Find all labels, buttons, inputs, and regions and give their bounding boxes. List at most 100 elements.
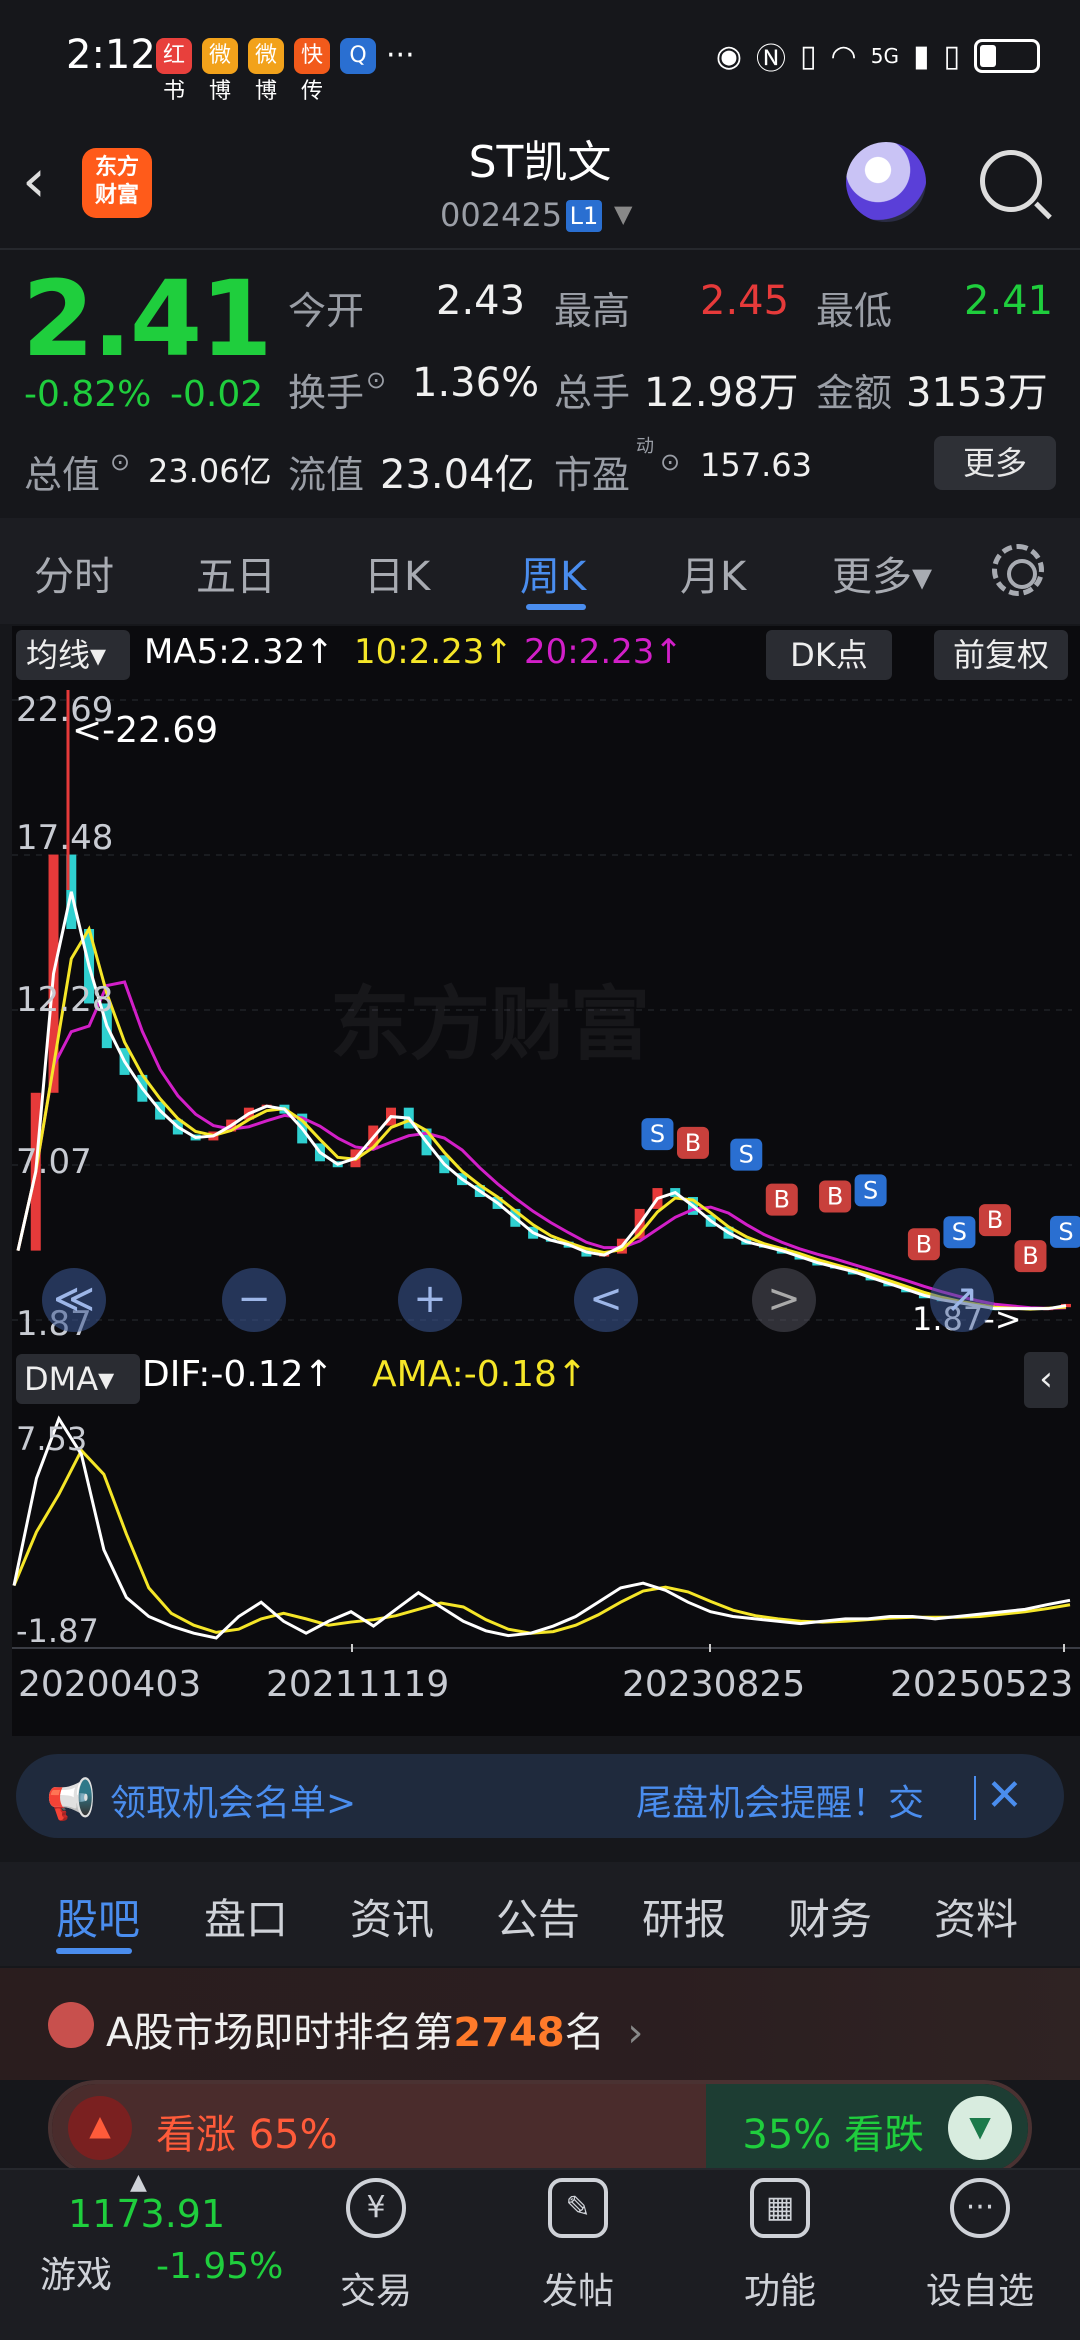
tab-intraday[interactable]: 分时 (34, 544, 114, 602)
app-notification-icon: Q (340, 38, 376, 74)
promo-right-text[interactable]: 尾盘机会提醒！交 (636, 1774, 924, 1826)
network-type: 5G (870, 44, 899, 68)
tab-profile[interactable]: 资料 (934, 1886, 1018, 1947)
high-value: 2.45 (700, 278, 790, 324)
collapse-panel-button[interactable]: ‹ (1024, 1352, 1068, 1408)
post-icon[interactable]: ✎ (548, 2178, 608, 2238)
index-name[interactable]: 游戏 (40, 2246, 112, 2298)
tab-orderbook[interactable]: 盘口 (204, 1886, 288, 1947)
weibo-icon: 微博 (202, 38, 238, 104)
nav-add-watchlist[interactable]: 设自选 (920, 2262, 1040, 2314)
index-change[interactable]: -1.95% (156, 2246, 283, 2287)
dma-indicator-select[interactable]: DMA▾ (16, 1354, 140, 1404)
tab-five-day[interactable]: 五日 (196, 544, 276, 602)
watchlist-icon[interactable]: ··· (950, 2178, 1010, 2238)
info-icon[interactable]: ⊙ (110, 448, 130, 476)
more-notifications-icon: ··· (386, 38, 415, 73)
amount-value: 3153万 (906, 370, 1048, 416)
status-app-icons: 红书 微博 微博 快传 Q ··· (156, 38, 415, 104)
functions-icon[interactable]: ▦ (750, 2178, 810, 2238)
marker-label: S (863, 1176, 878, 1204)
scroll-right-button[interactable]: > (752, 1268, 816, 1332)
vibrate-icon: ▯ (800, 38, 817, 74)
search-icon[interactable] (980, 150, 1042, 212)
active-tab-indicator (56, 1948, 132, 1954)
transfer-app-icon: 快传 (294, 38, 330, 104)
ranking-icon (48, 2002, 94, 2048)
marker-label: B (987, 1206, 1003, 1234)
tab-monthly-k[interactable]: 月K (680, 544, 746, 602)
change-percent: -0.82% (24, 374, 152, 415)
marker-label: B (827, 1182, 843, 1210)
marker-label: S (952, 1218, 967, 1246)
open-label: 今开 (288, 289, 365, 333)
tab-research[interactable]: 研报 (642, 1886, 726, 1947)
promo-left-text[interactable]: 领取机会名单> (110, 1774, 356, 1826)
watermark: 东方财富 (330, 978, 650, 1071)
marker-label: B (1022, 1242, 1038, 1270)
status-bar: 2:12 红书 微博 微博 快传 Q ··· ◉ Ⓝ ▯ ◠ 5G ▮ ▯ (0, 0, 1080, 120)
bullish-label: 看涨 65% (156, 2112, 338, 2158)
max-price-label: <-22.69 (72, 710, 219, 751)
nav-trade[interactable]: 交易 (316, 2262, 436, 2314)
tab-daily-k[interactable]: 日K (364, 544, 430, 602)
tab-forum[interactable]: 股吧 (56, 1886, 140, 1947)
trade-icon[interactable]: ¥ (346, 2178, 406, 2238)
info-icon[interactable]: ⊙ (660, 448, 680, 476)
nav-functions[interactable]: 功能 (720, 2262, 840, 2314)
open-value: 2.43 (436, 278, 526, 324)
zoom-in-button[interactable]: + (398, 1268, 462, 1332)
tab-more[interactable]: 更多▾ (832, 544, 932, 602)
more-button[interactable]: 更多 (934, 436, 1056, 490)
tab-announcements[interactable]: 公告 (496, 1886, 580, 1947)
bullish-fill (52, 2084, 707, 2172)
adjust-price-button[interactable]: 前复权 (934, 630, 1068, 680)
divider (0, 248, 1080, 250)
marker-label: S (650, 1120, 665, 1148)
pe-dynamic-sup: 动 (636, 436, 654, 457)
battery-icon (974, 39, 1040, 73)
dk-point-button[interactable]: DK点 (766, 630, 892, 680)
nav-post[interactable]: 发帖 (518, 2262, 638, 2314)
chevron-right-icon: › (627, 2010, 644, 2056)
eye-icon: ◉ (715, 38, 743, 74)
float-label: 流值 (288, 453, 365, 497)
tab-financials[interactable]: 财务 (788, 1886, 872, 1947)
low-label: 最低 (816, 289, 893, 333)
ma-indicator-select[interactable]: 均线▾ (16, 630, 130, 680)
gear-icon[interactable] (992, 544, 1044, 596)
rank-number: 2748 (453, 2010, 565, 2056)
status-time: 2:12 (66, 32, 156, 78)
zoom-out-left-button[interactable]: ≪ (42, 1268, 106, 1332)
scroll-left-button[interactable]: < (574, 1268, 638, 1332)
stock-code[interactable]: 002425 (440, 196, 562, 234)
dma-tick: 7.53 (16, 1420, 88, 1458)
weibo-icon: 微博 (248, 38, 284, 104)
mktcap-label: 总值 (24, 453, 101, 497)
tab-weekly-k[interactable]: 周K (520, 544, 586, 602)
ama-value: AMA:-0.18↑ (372, 1354, 588, 1395)
rank-text[interactable]: A股市场即时排名第2748名 › (106, 2000, 643, 2058)
marker-label: S (739, 1141, 754, 1169)
volume-value: 12.98万 (644, 370, 799, 416)
robot-assistant-avatar[interactable] (846, 142, 926, 222)
info-icon[interactable]: ⊙ (366, 366, 386, 394)
nfc-icon: Ⓝ (756, 42, 787, 77)
turnover-label: 换手 (288, 371, 365, 415)
vote-up-button[interactable]: ▲ (68, 2096, 132, 2160)
zoom-out-button[interactable]: − (222, 1268, 286, 1332)
x-date: 20250523 (890, 1664, 1074, 1705)
ma5-value: MA5:2.32↑ (144, 632, 334, 672)
vote-down-button[interactable]: ▼ (948, 2096, 1012, 2160)
fullscreen-button[interactable]: ↗ (930, 1268, 994, 1332)
chevron-down-icon[interactable]: ▼ (614, 200, 632, 228)
close-icon[interactable]: ✕ (986, 1770, 1023, 1821)
index-value[interactable]: 1173.91 (68, 2192, 225, 2236)
bearish-label: 35% 看跌 (742, 2112, 924, 2158)
megaphone-icon: 📢 (46, 1777, 96, 1823)
dma-tick: -1.87 (16, 1612, 99, 1650)
signal-icon: ▮ (912, 38, 930, 74)
x-date: 20200403 (18, 1664, 202, 1705)
tab-news[interactable]: 资讯 (350, 1886, 434, 1947)
level-badge[interactable]: L1 (566, 200, 602, 232)
